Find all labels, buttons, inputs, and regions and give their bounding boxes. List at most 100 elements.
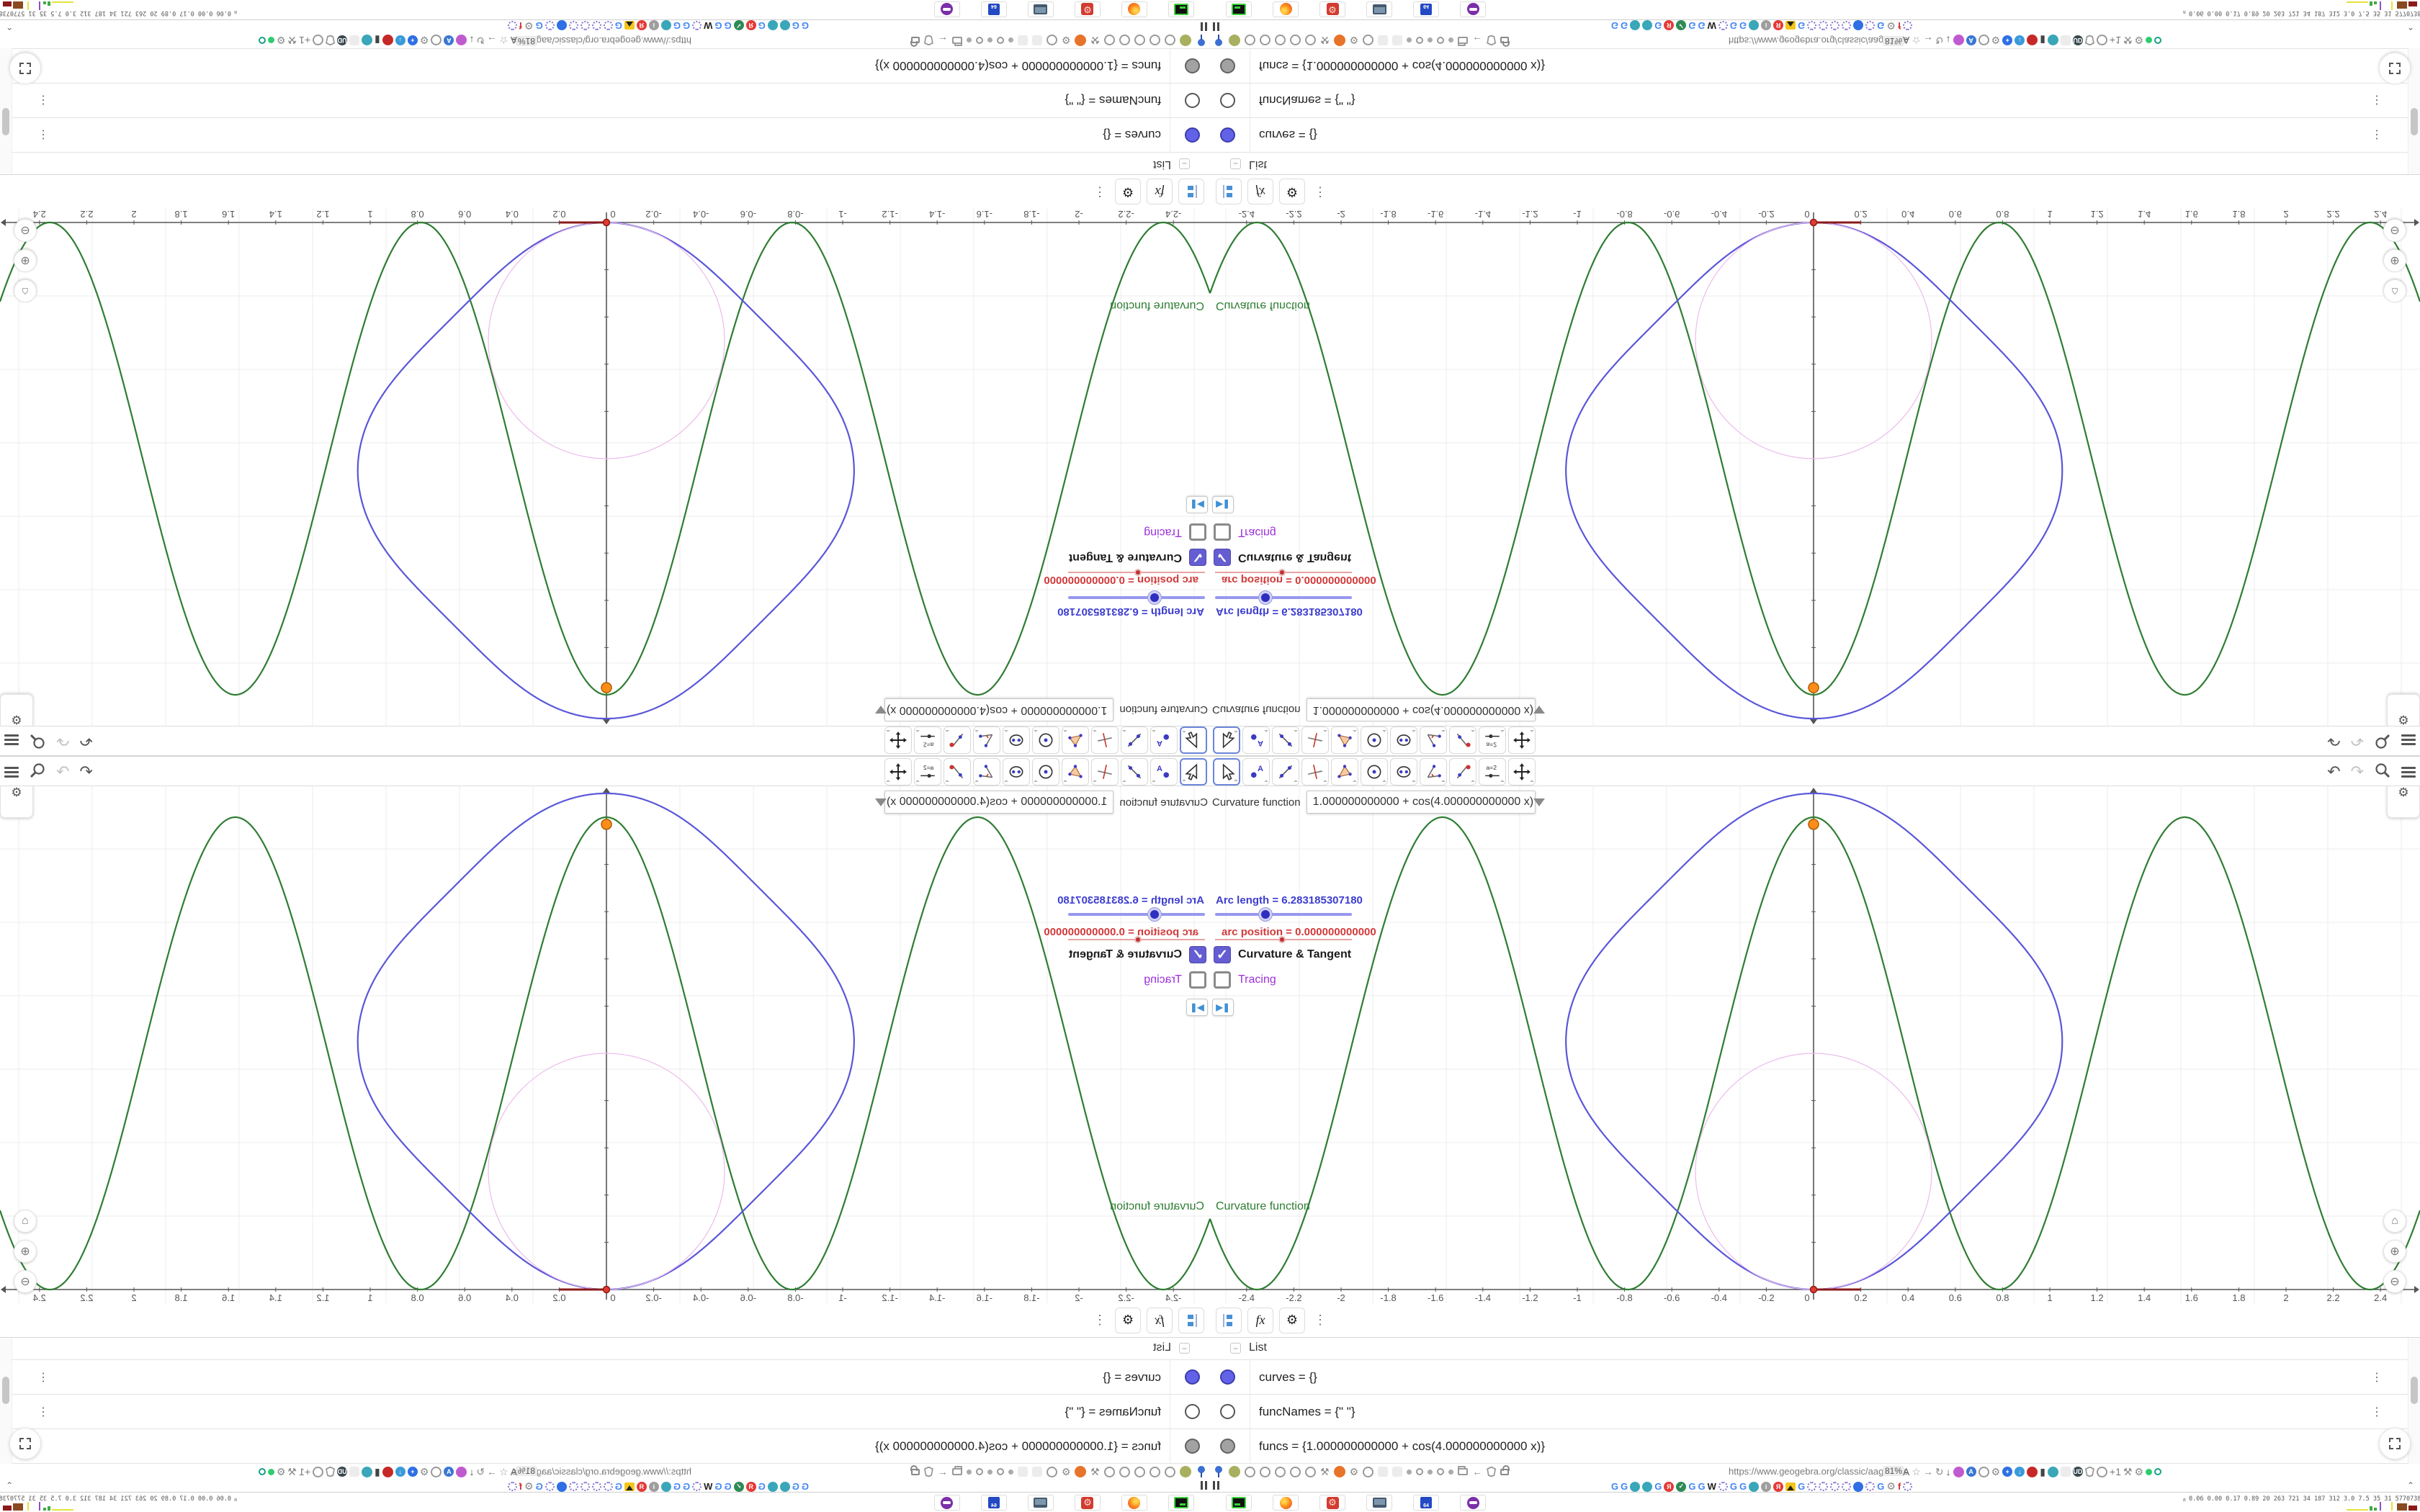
gear-icon[interactable]: ⚙ — [420, 1466, 429, 1478]
gear-icon[interactable]: ⚙ — [1991, 1466, 2001, 1478]
tab-google[interactable]: G — [1798, 1481, 1805, 1492]
undo-button[interactable]: ↶ — [79, 732, 92, 750]
visibility-marble[interactable] — [1220, 1439, 1235, 1454]
brush-extension-icon[interactable] — [1953, 35, 1964, 46]
slider-handle[interactable] — [1147, 590, 1162, 605]
tab-google[interactable]: G — [1730, 1481, 1737, 1492]
gauge-icon[interactable] — [1290, 1466, 1301, 1477]
tab-info[interactable]: i — [648, 1481, 659, 1492]
polygon-tool[interactable] — [1331, 726, 1358, 754]
dock-firefox[interactable] — [1121, 1495, 1147, 1511]
conic-tool[interactable] — [1390, 726, 1417, 754]
gear-icon[interactable]: ⚙ — [2134, 35, 2143, 47]
tab-geogebra[interactable] — [1819, 21, 1829, 30]
zoom-in-button[interactable]: ⊕ — [2383, 1240, 2406, 1263]
home-view-button[interactable]: ⌂ — [2383, 1210, 2406, 1233]
reader-mode-icon[interactable]: A — [511, 35, 517, 46]
tab-geogebra[interactable] — [1718, 1482, 1728, 1491]
collapse-button[interactable]: − — [1230, 158, 1241, 169]
globe-icon[interactable] — [1305, 35, 1316, 46]
row-kebab-icon[interactable]: ⋮ — [37, 1405, 49, 1419]
curvature-value-point[interactable] — [601, 682, 612, 693]
tab-check[interactable]: ✓ — [1676, 20, 1687, 31]
brush-extension-icon[interactable] — [1953, 1466, 1964, 1477]
tab-google[interactable]: G — [1739, 1481, 1747, 1492]
angle-tool[interactable] — [973, 758, 1000, 786]
teal-ring-icon[interactable] — [2154, 37, 2162, 44]
tab-google[interactable]: G — [1654, 1481, 1662, 1492]
tab-google[interactable]: G — [1654, 20, 1662, 31]
tab-google[interactable]: G — [1611, 20, 1618, 31]
wrench-icon[interactable]: ⚒ — [1090, 35, 1100, 47]
redo-button[interactable]: ↷ — [2351, 732, 2364, 750]
wrench-icon[interactable]: ⚒ — [2123, 35, 2133, 47]
tab-blue[interactable] — [556, 20, 567, 31]
tab-globe[interactable] — [660, 1481, 671, 1492]
dock-assistant[interactable] — [934, 1495, 960, 1511]
dock-firefox[interactable] — [1273, 1495, 1299, 1511]
tab-info[interactable]: i — [648, 20, 659, 31]
oval-extension-icon[interactable] — [1978, 35, 1989, 46]
tab-check[interactable]: ✓ — [1676, 1481, 1687, 1492]
algebra-style-button[interactable] — [1216, 1307, 1242, 1333]
arc-position-slider[interactable] — [1068, 569, 1205, 576]
gauge-icon[interactable] — [1275, 1466, 1286, 1477]
forward-arrow-icon[interactable]: → — [1923, 35, 1933, 46]
dock-screen-tool[interactable] — [1028, 1, 1054, 17]
ud-extension-icon[interactable]: UD — [2072, 35, 2083, 45]
conic-tool[interactable] — [1003, 726, 1030, 754]
visibility-marble[interactable] — [1185, 1404, 1200, 1419]
tab-geogebra[interactable] — [1842, 21, 1852, 30]
algebra-row[interactable]: funcNames = {" "} ⋮ — [0, 1395, 1210, 1429]
placeholder-icon[interactable] — [1392, 1467, 1403, 1477]
gear-icon[interactable]: ⚙ — [420, 35, 429, 47]
globe-extension-icon[interactable] — [362, 35, 373, 46]
globe-icon[interactable] — [1165, 1466, 1175, 1477]
gear-icon[interactable]: ⚙ — [1350, 1466, 1359, 1478]
tab-google[interactable]: G — [1621, 1481, 1628, 1492]
slider-handle[interactable] — [1278, 569, 1286, 576]
tab-globe[interactable] — [1642, 20, 1653, 31]
tab-info[interactable]: i — [1761, 20, 1772, 31]
play-animation-button[interactable]: ▶❚ — [1186, 496, 1208, 513]
down-extension-icon[interactable]: ↓ — [395, 1467, 405, 1477]
visibility-marble[interactable] — [1185, 93, 1200, 108]
dock-settings[interactable]: ⚙ — [1319, 1, 1345, 17]
firefox-icon[interactable] — [1333, 1466, 1345, 1477]
hamburger-menu-icon[interactable] — [2401, 733, 2416, 748]
small-dot-icon[interactable] — [966, 1469, 972, 1475]
algebra-row[interactable]: funcNames = {" "} ⋮ — [1210, 83, 2420, 117]
small-ring-icon[interactable] — [975, 37, 983, 44]
tab-globe[interactable] — [767, 1481, 778, 1492]
shield-extension-icon[interactable] — [326, 1467, 335, 1477]
tab-google[interactable]: G — [1730, 20, 1737, 31]
gear-icon[interactable]: ⚙ — [277, 1466, 286, 1478]
show-functions-button[interactable]: fx — [1247, 179, 1273, 205]
globe-icon[interactable] — [1260, 1466, 1270, 1477]
search-icon[interactable] — [29, 730, 46, 751]
move-tool[interactable] — [1180, 758, 1207, 786]
visibility-marble[interactable] — [1185, 1439, 1200, 1454]
graphics-view[interactable]: -2.4 -2.2 -2 -1.8 -1.6 -1.4 -1.2 -1 -0.8 -0.6 -0.4… — [1210, 209, 2420, 726]
tab-geogebra[interactable] — [1865, 1482, 1876, 1491]
reload-icon[interactable]: ↻ — [476, 1466, 485, 1478]
back-arrow-icon[interactable]: ← — [938, 35, 948, 46]
small-dot-icon[interactable] — [1008, 1469, 1013, 1475]
plus-extension-icon[interactable]: + — [2002, 1467, 2013, 1477]
visibility-marble[interactable] — [1220, 58, 1235, 73]
perpendicular-line-tool[interactable] — [1091, 726, 1119, 754]
show-functions-button[interactable]: fx — [1147, 1307, 1173, 1333]
folder-icon[interactable] — [951, 1468, 962, 1475]
globe-icon[interactable] — [1165, 35, 1175, 46]
globe-extension-icon[interactable] — [2047, 35, 2058, 46]
algebra-style-button[interactable] — [1178, 1307, 1204, 1333]
point-tool[interactable]: A — [1242, 726, 1270, 754]
arc-length-slider[interactable] — [1068, 907, 1205, 922]
container-extension-icon[interactable] — [349, 1467, 360, 1477]
algebra-settings-button[interactable]: ⚙ — [1279, 1307, 1305, 1333]
small-dot-icon[interactable] — [1448, 1469, 1454, 1475]
gear-icon[interactable]: ⚙ — [277, 35, 286, 47]
scrollbar-thumb[interactable] — [2411, 108, 2418, 135]
lock-icon[interactable] — [910, 1468, 920, 1475]
scrollbar-thumb[interactable] — [2, 1377, 9, 1404]
